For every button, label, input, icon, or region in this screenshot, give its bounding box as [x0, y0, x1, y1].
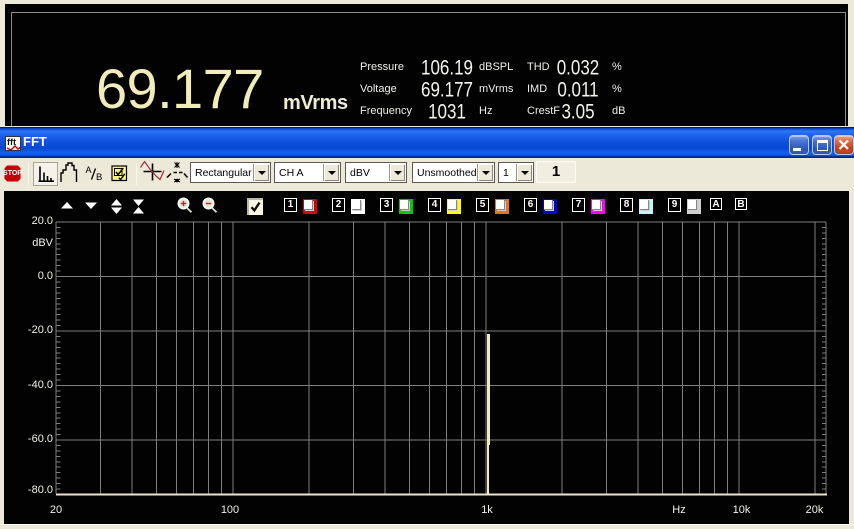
svg-text:B: B: [96, 172, 102, 183]
svg-text:A: A: [86, 165, 92, 175]
